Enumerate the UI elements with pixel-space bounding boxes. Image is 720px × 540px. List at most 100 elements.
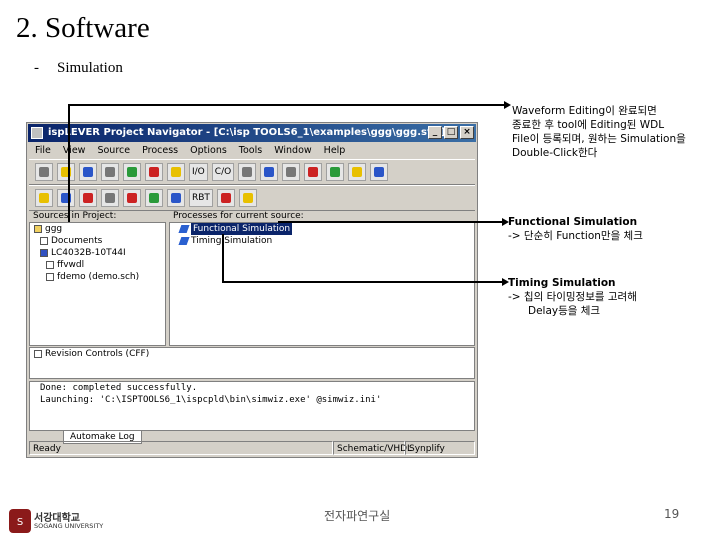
menu-window[interactable]: Window: [274, 143, 311, 159]
maximize-button[interactable]: □: [444, 126, 458, 139]
menu-options[interactable]: Options: [190, 143, 227, 159]
menu-bar: File View Source Process Options Tools W…: [29, 143, 475, 159]
arrow-head: [502, 218, 509, 226]
source-item[interactable]: ggg: [30, 223, 165, 235]
process-item-timing-simulation[interactable]: Timing Simulation: [170, 235, 474, 247]
open-folder-icon[interactable]: [57, 163, 75, 181]
menu-file[interactable]: File: [35, 143, 51, 159]
annotation-timing-desc-2: Delay등을 체크: [528, 305, 601, 317]
slide-subtitle: Simulation: [57, 60, 123, 76]
bullet-marker: -: [34, 60, 39, 76]
secondary-toolbar: RBT: [29, 185, 475, 211]
page-number: 19: [664, 507, 680, 521]
status-source-type: Schematic/VHDL: [333, 441, 412, 455]
report-icon[interactable]: [238, 189, 257, 207]
module-icon[interactable]: [167, 189, 185, 207]
menu-source[interactable]: Source: [97, 143, 130, 159]
connector-line: [68, 104, 504, 106]
menu-view[interactable]: View: [63, 143, 86, 159]
sim-icon[interactable]: [145, 189, 163, 207]
gate-icon[interactable]: [123, 189, 141, 207]
source-item[interactable]: fdemo (demo.sch): [30, 271, 165, 283]
window-title: ispLEVER Project Navigator - [C:\isp TOO…: [48, 127, 446, 138]
schematic-icon[interactable]: [282, 163, 301, 181]
log-line: Launching: 'C:\ISPTOOLS6_1\ispcpld\bin\s…: [40, 395, 382, 405]
close-button[interactable]: ×: [460, 126, 474, 139]
co-button[interactable]: C/O: [211, 163, 235, 181]
annotation-line: File이 등록되며, 원하는 Simulation을: [512, 133, 686, 145]
arrow-head: [502, 278, 509, 286]
annotation-timing-desc-1: -> 칩의 타이밍정보를 고려해: [508, 291, 637, 303]
connector-line: [278, 221, 504, 223]
file-icon: [46, 261, 54, 269]
device-icon[interactable]: [326, 163, 345, 181]
wave-icon[interactable]: [79, 189, 97, 207]
footer-lab-name: 전자파연구실: [324, 509, 391, 523]
status-bar: Ready Schematic/VHDL Synplify: [29, 441, 475, 455]
log-pane[interactable]: Done: completed successfully. Launching:…: [29, 381, 475, 431]
run-icon: [178, 225, 190, 233]
hierarchy-icon[interactable]: [57, 189, 75, 207]
main-toolbar: I/O C/O: [29, 159, 475, 185]
menu-help[interactable]: Help: [324, 143, 346, 159]
processes-pane[interactable]: Functional Simulation Timing Simulation: [169, 222, 475, 346]
grid-icon[interactable]: [260, 163, 279, 181]
save-icon[interactable]: [79, 163, 97, 181]
import-icon[interactable]: [101, 163, 119, 181]
annotation-functional: Functional Simulation -> 단순히 Function만을 …: [508, 215, 718, 243]
university-logo: S 서강대학교 SOGANG UNIVERSITY: [8, 508, 103, 534]
new-file-icon[interactable]: [35, 163, 53, 181]
help-icon[interactable]: [370, 163, 389, 181]
source-item[interactable]: Documents: [30, 235, 165, 247]
connector-line: [222, 234, 224, 282]
menu-process[interactable]: Process: [142, 143, 178, 159]
revision-pane: Revision Controls (CFF): [29, 347, 475, 379]
revision-row: Revision Controls (CFF): [30, 348, 474, 360]
documents-icon: [40, 237, 48, 245]
project-folder-icon: [34, 225, 42, 233]
menu-tools[interactable]: Tools: [239, 143, 262, 159]
revision-icon: [34, 350, 42, 358]
annotation-waveform: Waveform Editing이 완료되면 종료한 후 tool에 Editi…: [512, 104, 718, 160]
process-item-functional-simulation[interactable]: Functional Simulation: [170, 223, 474, 235]
logo-subtext: SOGANG UNIVERSITY: [34, 522, 104, 530]
window-titlebar[interactable]: ispLEVER Project Navigator - [C:\isp TOO…: [28, 124, 476, 142]
io-button[interactable]: I/O: [189, 163, 208, 181]
slide-title: 2. Software: [16, 12, 150, 44]
bullet-row: - Simulation: [34, 60, 123, 77]
source-item[interactable]: LC4032B-10T44I: [30, 247, 165, 259]
project-navigator-window: ispLEVER Project Navigator - [C:\isp TOO…: [26, 122, 478, 458]
project-icon[interactable]: [35, 189, 53, 207]
cross-icon[interactable]: [216, 189, 235, 207]
annotation-line: Waveform Editing이 완료되면: [512, 105, 657, 117]
sources-pane[interactable]: ggg Documents LC4032B-10T44I ffvwdl fdem…: [29, 222, 166, 346]
annotation-line: 종료한 후 tool에 Editing된 WDL: [512, 119, 665, 131]
status-synthesis: Synplify: [405, 441, 475, 455]
chip-icon: [40, 249, 48, 257]
delete-icon[interactable]: [145, 163, 163, 181]
minimize-button[interactable]: _: [428, 126, 442, 139]
source-item[interactable]: ffvwdl: [30, 259, 165, 271]
edit-icon[interactable]: [167, 163, 185, 181]
checkmark-icon[interactable]: [123, 163, 141, 181]
arrow-head: [504, 101, 511, 109]
library-icon[interactable]: [348, 163, 367, 181]
rbt-button[interactable]: RBT: [189, 189, 213, 207]
chip-view-icon[interactable]: [238, 163, 257, 181]
connector-line: [68, 104, 70, 222]
log-line: Done: completed successfully.: [40, 383, 198, 393]
connector-line: [222, 281, 504, 283]
annotation-timing-title: Timing Simulation: [508, 277, 616, 289]
run-icon: [178, 237, 190, 245]
annotation-functional-desc: -> 단순히 Function만을 체크: [508, 230, 643, 242]
annotation-functional-title: Functional Simulation: [508, 216, 638, 228]
annotation-line: Double-Click한다: [512, 147, 598, 159]
block-icon[interactable]: [101, 189, 119, 207]
status-ready: Ready: [29, 441, 333, 455]
schematic-file-icon: [46, 273, 54, 281]
annotation-timing: Timing Simulation -> 칩의 타이밍정보를 고려해 Delay…: [508, 276, 718, 318]
app-icon: [31, 127, 43, 139]
svg-text:S: S: [17, 517, 23, 528]
probe-icon[interactable]: [304, 163, 323, 181]
sources-label: Sources in Project:: [33, 211, 117, 221]
